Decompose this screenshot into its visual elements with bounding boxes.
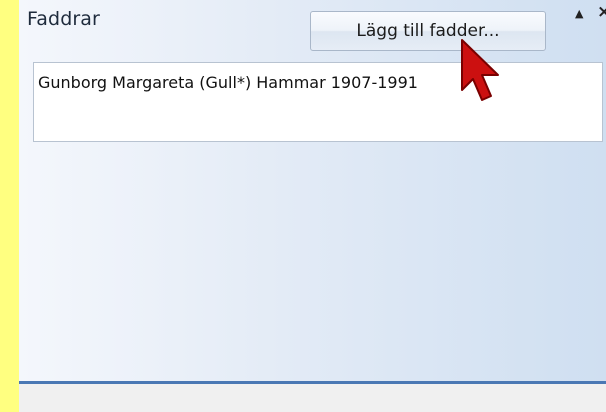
close-icon[interactable]: × (597, 2, 606, 22)
add-godparent-button[interactable]: Lägg till fadder... (310, 11, 546, 51)
list-item[interactable]: Gunborg Margareta (Gull*) Hammar 1907-19… (38, 73, 418, 92)
panel-title: Faddrar (27, 8, 100, 30)
footer-strip (19, 384, 606, 412)
collapse-icon[interactable]: ▲ (575, 7, 583, 20)
godparents-list[interactable]: Gunborg Margareta (Gull*) Hammar 1907-19… (33, 62, 603, 142)
godparents-panel: Faddrar Lägg till fadder... ▲ × Gunborg … (19, 0, 606, 412)
